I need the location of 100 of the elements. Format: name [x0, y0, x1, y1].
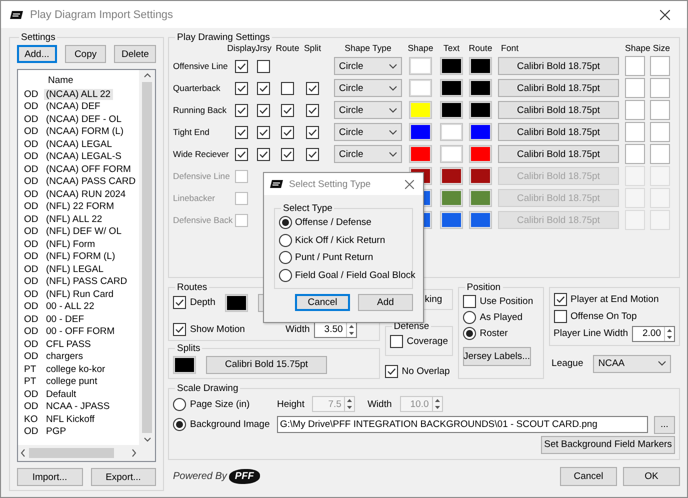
list-item[interactable]: OD (NCAA) DEF: [18, 100, 139, 113]
path-field[interactable]: G:\My Drive\PFF INTEGRATION BACKGROUNDS\01 - SCOUT CARD.png: [277, 416, 648, 433]
dialog-button[interactable]: OK: [623, 466, 680, 486]
list-item[interactable]: OD CFL PASS: [18, 338, 139, 350]
list-item[interactable]: OD (NCAA) LEGAL: [18, 138, 139, 150]
color-swatch[interactable]: [409, 145, 432, 163]
radio-button[interactable]: [462, 326, 476, 340]
shape-size-field[interactable]: [625, 166, 645, 186]
list-item[interactable]: PT college ko-kor: [18, 363, 139, 376]
shape-size-field[interactable]: [650, 56, 670, 76]
route-color-swatch[interactable]: [225, 294, 248, 312]
color-swatch[interactable]: [469, 101, 492, 119]
shape-size-field[interactable]: [625, 56, 645, 76]
color-swatch[interactable]: [409, 101, 432, 119]
list-item[interactable]: OD (NCAA) OFF FORM: [18, 163, 139, 176]
font-button[interactable]: Calibri Bold 18.75pt: [498, 57, 619, 75]
scroll-right-icon[interactable]: [131, 449, 137, 457]
shape-size-field[interactable]: [650, 144, 670, 164]
checkbox[interactable]: [281, 148, 294, 160]
color-swatch[interactable]: [409, 57, 432, 75]
radio-button[interactable]: [279, 216, 292, 230]
color-swatch[interactable]: [469, 145, 492, 163]
list-item[interactable]: OD (NFL) LEGAL: [18, 263, 139, 276]
checkbox[interactable]: [281, 82, 294, 94]
radio-button[interactable]: [173, 418, 186, 431]
checkbox[interactable]: [257, 82, 270, 94]
list-item[interactable]: OD (NCAA) PASS CARD: [18, 176, 139, 188]
font-button[interactable]: Calibri Bold 18.75pt: [498, 79, 619, 97]
color-swatch[interactable]: [440, 167, 463, 185]
list-item[interactable]: OD (NCAA) LEGAL-S: [18, 150, 139, 163]
radio-button[interactable]: [462, 310, 476, 324]
checkbox[interactable]: [554, 293, 567, 306]
spin-down-icon[interactable]: [348, 332, 354, 334]
list-item[interactable]: OD Default: [18, 388, 139, 400]
checkbox[interactable]: [257, 126, 270, 138]
list-item[interactable]: OD (NFL) Form: [18, 238, 139, 250]
color-swatch[interactable]: [440, 123, 463, 141]
checkbox[interactable]: [235, 60, 248, 72]
checkbox[interactable]: [173, 323, 186, 336]
list-item[interactable]: OD 00 - DEF: [18, 313, 139, 326]
shape-size-field[interactable]: [625, 210, 645, 230]
radio-button[interactable]: [279, 268, 292, 282]
list-item[interactable]: OD (NFL) DEF W/ OL: [18, 226, 139, 238]
list-item[interactable]: OD (NFL) PASS CARD: [18, 276, 139, 288]
shape-size-field[interactable]: [650, 100, 670, 120]
settings-button[interactable]: Copy: [64, 45, 106, 63]
shape-size-field[interactable]: [625, 144, 645, 164]
shape-size-field[interactable]: [650, 166, 670, 186]
checkbox[interactable]: [554, 310, 567, 323]
shape-size-field[interactable]: [650, 78, 670, 98]
font-button[interactable]: Calibri Bold 18.75pt: [498, 145, 619, 163]
list-item[interactable]: OD 00 - ALL 22: [18, 300, 139, 313]
checkbox[interactable]: [235, 104, 248, 116]
shape-type-dropdown[interactable]: Circle: [334, 123, 402, 141]
list-item[interactable]: OD PGP: [18, 426, 139, 438]
color-swatch[interactable]: [440, 79, 463, 97]
list-item[interactable]: OD NCAA - JPASS: [18, 400, 139, 413]
shape-type-dropdown[interactable]: Circle: [334, 57, 402, 75]
checkbox[interactable]: [235, 148, 248, 160]
shape-type-dropdown[interactable]: Circle: [334, 145, 402, 163]
list-item[interactable]: PT college punt: [18, 376, 139, 388]
radio-button[interactable]: [279, 251, 292, 264]
dialog-button[interactable]: Add: [358, 294, 413, 311]
shape-type-dropdown[interactable]: Circle: [334, 79, 402, 97]
scroll-thumb[interactable]: [142, 82, 152, 433]
list-item[interactable]: OD chargers: [18, 350, 139, 363]
list-item[interactable]: OD 00 - OFF FORM: [18, 326, 139, 338]
list-item[interactable]: OD (NCAA) FORM (L): [18, 126, 139, 138]
checkbox[interactable]: [235, 214, 248, 226]
vertical-scrollbar[interactable]: [139, 70, 155, 445]
color-swatch[interactable]: [440, 57, 463, 75]
list-item[interactable]: OD (NFL) Run Card: [18, 288, 139, 300]
close-icon[interactable]: [660, 10, 670, 20]
checkbox[interactable]: [235, 126, 248, 138]
shape-size-field[interactable]: [650, 188, 670, 208]
color-swatch[interactable]: [469, 167, 492, 185]
checkbox[interactable]: [257, 104, 270, 116]
split-color-swatch[interactable]: [173, 356, 196, 374]
color-swatch[interactable]: [469, 189, 492, 207]
spin-down-icon[interactable]: [667, 336, 672, 338]
checkbox[interactable]: [306, 82, 319, 94]
list-action-button[interactable]: Import...: [17, 468, 82, 486]
shape-size-field[interactable]: [625, 100, 645, 120]
league-dropdown[interactable]: NCAA: [593, 354, 672, 372]
checkbox[interactable]: [173, 296, 186, 309]
font-button[interactable]: Calibri Bold 15.75pt: [206, 356, 327, 374]
radio-button[interactable]: [279, 234, 292, 247]
radio-button[interactable]: [173, 398, 186, 410]
checkbox[interactable]: [306, 148, 319, 160]
scroll-thumb[interactable]: [29, 448, 114, 458]
list-item[interactable]: OD (NFL) ALL 22: [18, 213, 139, 226]
font-button[interactable]: Calibri Bold 18.75pt: [498, 123, 619, 141]
checkbox[interactable]: [306, 126, 319, 138]
field-markers-button[interactable]: Set Background Field Markers: [541, 436, 675, 454]
color-swatch[interactable]: [440, 211, 463, 229]
color-swatch[interactable]: [469, 57, 492, 75]
shape-size-field[interactable]: [650, 210, 670, 230]
spin-up-icon[interactable]: [667, 328, 672, 332]
color-swatch[interactable]: [409, 123, 432, 141]
color-swatch[interactable]: [440, 101, 463, 119]
